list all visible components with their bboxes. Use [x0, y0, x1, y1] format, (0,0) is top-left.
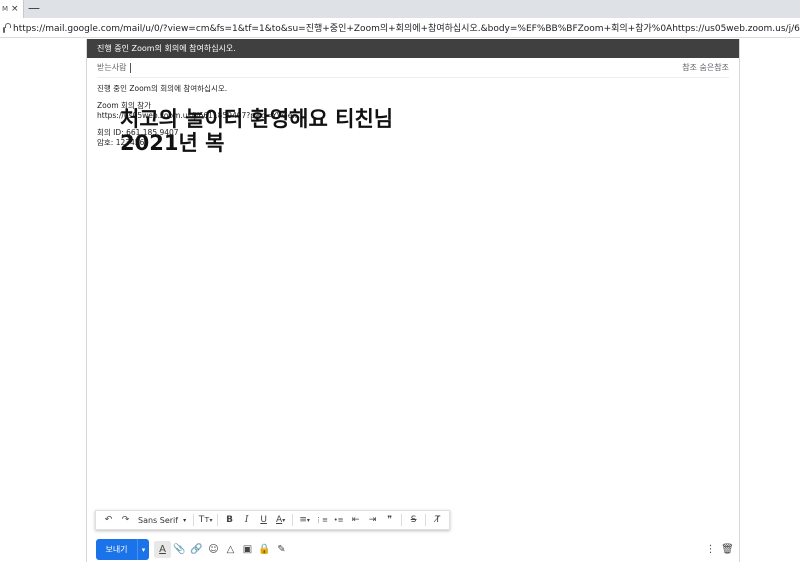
attach-icon[interactable]: 📎 [171, 541, 188, 558]
send-group: 보내기 ▾ [96, 539, 149, 560]
overlay-line: 처고의 놀이터 환영해요 티친님 [120, 107, 394, 131]
cc-bcc-links[interactable]: 참조 숨은참조 [682, 62, 729, 73]
signature-icon[interactable]: ✎ [273, 541, 290, 558]
emoji-icon[interactable]: ☺ [205, 541, 222, 558]
chevron-down-icon: ▾ [306, 516, 310, 524]
bold-icon[interactable]: B [221, 512, 238, 528]
clear-formatting-icon[interactable]: T̸ [429, 512, 446, 528]
drive-icon[interactable]: △ [222, 541, 239, 558]
indent-more-icon[interactable]: ⇥ [364, 512, 381, 528]
to-field[interactable]: 받는사람 [97, 62, 132, 73]
numbered-list-icon[interactable]: ⋮≡ [313, 512, 330, 528]
compose-right-actions: ⋮ 🗑 [702, 541, 736, 558]
tab-title: M [2, 5, 9, 13]
bulleted-list-icon[interactable]: •≡ [330, 512, 347, 528]
text-cursor [130, 62, 132, 73]
link-icon[interactable]: 🔗 [188, 541, 205, 558]
compose-header: 진행 중인 Zoom의 회의에 참여하십시오. [87, 39, 739, 58]
browser-tab[interactable]: M × [0, 0, 24, 18]
body-line: 진행 중인 Zoom의 회의에 참여하십시오. [97, 84, 228, 93]
more-options-icon[interactable]: ⋮ [702, 541, 719, 558]
browser-tab-bar: M × — [0, 0, 800, 18]
confidential-mode-icon[interactable]: 🔒 [256, 541, 273, 558]
address-bar[interactable]: https://mail.google.com/mail/u/0/?view=c… [0, 18, 800, 38]
indent-less-icon[interactable]: ⇤ [347, 512, 364, 528]
chevron-down-icon: ▾ [183, 516, 187, 524]
lock-icon[interactable] [3, 22, 11, 33]
undo-icon[interactable]: ↶ [100, 512, 117, 528]
overlay-caption: 처고의 놀이터 환영해요 티친님 2021년 복 [120, 107, 393, 155]
chevron-down-icon: ▾ [282, 516, 286, 524]
font-size-icon[interactable]: Tт ▾ [197, 512, 214, 528]
tab-close-icon[interactable]: × [11, 4, 19, 14]
send-button[interactable]: 보내기 [96, 539, 137, 560]
url-text[interactable]: https://mail.google.com/mail/u/0/?view=c… [13, 21, 800, 34]
to-label: 받는사람 [97, 63, 127, 72]
compose-actions: A 📎 🔗 ☺ △ ▣ 🔒 ✎ [154, 541, 290, 558]
redo-icon[interactable]: ↷ [117, 512, 134, 528]
send-options-button[interactable]: ▾ [137, 539, 149, 560]
overlay-line: 2021년 복 [120, 131, 225, 155]
photo-icon[interactable]: ▣ [239, 541, 256, 558]
formatting-toolbar: ↶ ↷ Sans Serif ▾ Tт ▾ B I U A ▾ ≡ ▾ ⋮≡ •≡ ⇤… [95, 510, 450, 530]
align-icon[interactable]: ≡ ▾ [296, 512, 313, 528]
compose-title: 진행 중인 Zoom의 회의에 참여하십시오. [97, 44, 236, 53]
new-tab-icon[interactable]: — [28, 1, 40, 15]
trash-icon[interactable]: 🗑 [719, 541, 736, 558]
font-name: Sans Serif [138, 515, 179, 525]
strikethrough-icon[interactable]: S [405, 512, 422, 528]
quote-icon[interactable]: ❞ [381, 512, 398, 528]
chevron-down-icon: ▾ [209, 516, 213, 524]
italic-icon[interactable]: I [238, 512, 255, 528]
font-select[interactable]: Sans Serif ▾ [134, 516, 190, 525]
underline-icon[interactable]: U [255, 512, 272, 528]
to-row[interactable]: 받는사람 참조 숨은참조 [97, 58, 729, 78]
text-color-icon[interactable]: A ▾ [272, 512, 289, 528]
formatting-options-icon[interactable]: A [154, 541, 171, 558]
